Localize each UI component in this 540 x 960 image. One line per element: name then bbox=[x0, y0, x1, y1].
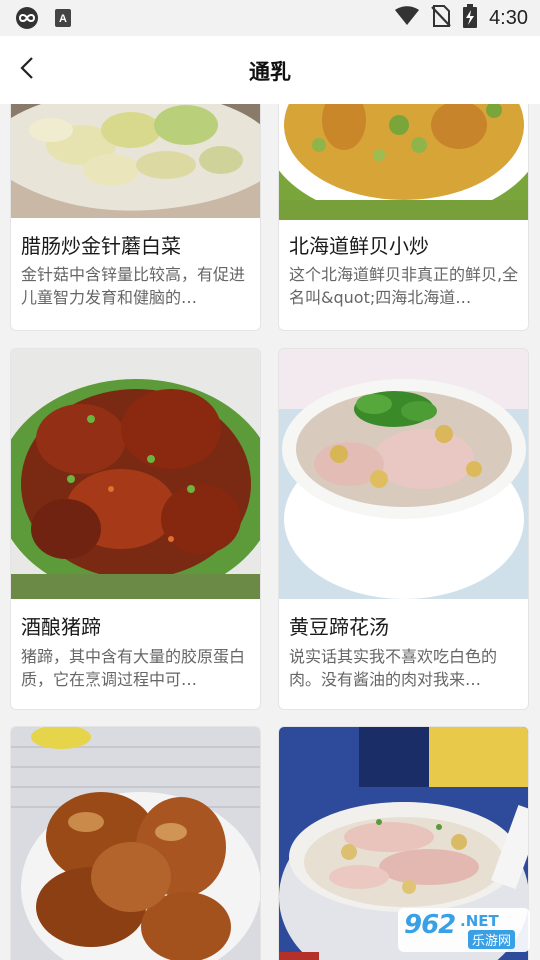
wifi-icon bbox=[395, 6, 420, 30]
recipe-desc: 这个北海道鲜贝非真正的鲜贝,全名叫&quot;四海北海道… bbox=[289, 265, 519, 307]
recipe-card[interactable]: 黄豆蹄花汤 说实话其实我不喜欢吃白色的肉。没有酱油的肉对我来… bbox=[278, 348, 529, 710]
page-title: 通乳 bbox=[249, 60, 291, 84]
recipe-image bbox=[279, 104, 528, 220]
recipe-image bbox=[279, 349, 528, 599]
recipe-desc: 金针菇中含锌量比较高，有促进儿童智力发育和健脑的… bbox=[21, 265, 246, 307]
infinity-icon bbox=[14, 7, 40, 33]
recipe-image bbox=[11, 349, 260, 599]
recipe-desc: 说实话其实我不喜欢吃白色的肉。没有酱油的肉对我来… bbox=[289, 647, 498, 689]
recipe-grid: 腊肠炒金针蘑白菜 金针菇中含锌量比较高，有促进儿童智力发育和健脑的… 北海道鲜贝… bbox=[0, 104, 540, 960]
watermark-sub: 乐游网 bbox=[468, 930, 516, 949]
battery-charging-icon bbox=[463, 4, 478, 32]
watermark-brand: 962 bbox=[404, 910, 456, 940]
status-bar: A 4:30 bbox=[0, 0, 540, 36]
recipe-card[interactable] bbox=[10, 726, 261, 960]
clock: 4:30 bbox=[489, 6, 528, 29]
recipe-title: 腊肠炒金针蘑白菜 bbox=[21, 234, 181, 258]
recipe-image bbox=[11, 104, 260, 218]
recipe-card[interactable]: 北海道鲜贝小炒 这个北海道鲜贝非真正的鲜贝,全名叫&quot;四海北海道… bbox=[278, 104, 529, 331]
font-a-icon: A bbox=[54, 8, 72, 32]
svg-text:A: A bbox=[59, 13, 67, 25]
recipe-title: 黄豆蹄花汤 bbox=[289, 615, 389, 639]
watermark-logo: 962 .NET 乐游网 bbox=[398, 908, 530, 952]
recipe-title: 北海道鲜贝小炒 bbox=[289, 234, 429, 258]
watermark-net: .NET bbox=[460, 912, 499, 930]
no-sim-icon bbox=[431, 4, 451, 32]
recipe-card[interactable]: 腊肠炒金针蘑白菜 金针菇中含锌量比较高，有促进儿童智力发育和健脑的… bbox=[10, 104, 261, 331]
recipe-desc: 猪蹄，其中含有大量的胶原蛋白质，它在烹调过程中可… bbox=[21, 647, 246, 689]
recipe-card[interactable]: 酒酿猪蹄 猪蹄，其中含有大量的胶原蛋白质，它在烹调过程中可… bbox=[10, 348, 261, 710]
app-bar: 通乳 bbox=[0, 36, 540, 104]
recipe-title: 酒酿猪蹄 bbox=[21, 615, 101, 639]
recipe-image bbox=[11, 727, 260, 960]
